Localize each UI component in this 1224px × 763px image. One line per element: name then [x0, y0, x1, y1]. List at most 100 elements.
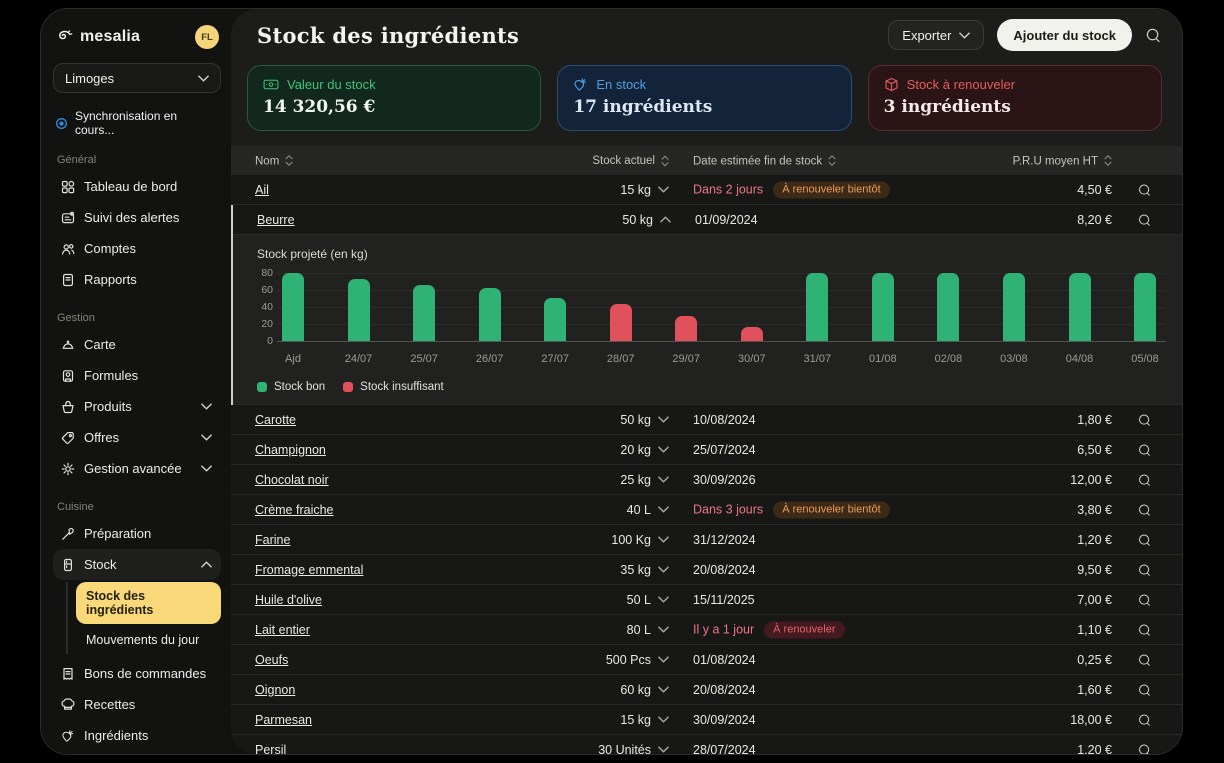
sidebar-item-comptes[interactable]: Comptes [53, 233, 221, 264]
table-row-lait-entier[interactable]: Lait entier 80 L Il y a 1 jour À renouve… [231, 615, 1182, 645]
ingredient-name-link[interactable]: Oignon [255, 683, 295, 697]
sidebar-item-preparation[interactable]: Préparation [53, 518, 221, 549]
ingredient-name-link[interactable]: Carotte [255, 413, 296, 427]
ingredient-name-link[interactable]: Farine [255, 533, 290, 547]
sidebar-item-suivi-des-alertes[interactable]: Suivi des alertes [53, 202, 221, 233]
stock-unit-dropdown[interactable]: 50 kg [481, 413, 669, 427]
chart-bar[interactable] [479, 288, 501, 341]
stock-unit-dropdown[interactable]: 15 kg [481, 183, 669, 197]
row-zoom-icon[interactable] [1137, 182, 1152, 197]
row-zoom-icon[interactable] [1137, 442, 1152, 457]
ingredient-name-link[interactable]: Chocolat noir [255, 473, 329, 487]
sidebar-item-bons-de-commandes[interactable]: Bons de commandes [53, 658, 221, 689]
row-zoom-icon[interactable] [1137, 502, 1152, 517]
ingredient-name-link[interactable]: Oeufs [255, 653, 288, 667]
stock-unit-dropdown[interactable]: 30 Unités [481, 743, 669, 755]
add-stock-button[interactable]: Ajouter du stock [997, 19, 1132, 51]
column-header-date-fin-stock[interactable]: Date estimée fin de stock [693, 154, 836, 167]
table-row-fromage-emmental[interactable]: Fromage emmental 35 kg 20/08/2024 9,50 € [231, 555, 1182, 585]
sidebar-item-tableau-de-bord[interactable]: Tableau de bord [53, 171, 221, 202]
ingredient-name-link[interactable]: Lait entier [255, 623, 310, 637]
stock-unit-dropdown[interactable]: 40 L [481, 503, 669, 517]
row-zoom-icon[interactable] [1137, 592, 1152, 607]
table-row-huile-d-olive[interactable]: Huile d'olive 50 L 15/11/2025 7,00 € [231, 585, 1182, 615]
x-tick-label: 30/07 [719, 353, 785, 365]
table-row-ail[interactable]: Ail 15 kg Dans 2 jours À renouveler bien… [231, 175, 1182, 205]
ingredient-name-link[interactable]: Huile d'olive [255, 593, 322, 607]
stock-unit-dropdown[interactable]: 35 kg [481, 563, 669, 577]
sidebar-item-offres[interactable]: Offres [53, 422, 221, 453]
sidebar-item-produits[interactable]: Produits [53, 391, 221, 422]
table-row-oeufs[interactable]: Oeufs 500 Pcs 01/08/2024 0,25 € [231, 645, 1182, 675]
table-row-farine[interactable]: Farine 100 Kg 31/12/2024 1,20 € [231, 525, 1182, 555]
sidebar-item-recettes[interactable]: Recettes [53, 689, 221, 720]
chart-bar[interactable] [1003, 273, 1025, 341]
chart-bar[interactable] [675, 316, 697, 341]
row-zoom-icon[interactable] [1137, 652, 1152, 667]
sidebar-subitem-mouvements-du-jour[interactable]: Mouvements du jour [76, 626, 221, 654]
ingredient-name-link[interactable]: Champignon [255, 443, 326, 457]
sort-icon[interactable] [1104, 154, 1112, 166]
ingredient-name-link[interactable]: Beurre [257, 213, 295, 227]
column-header-stock-actuel[interactable]: Stock actuel [481, 155, 669, 167]
row-zoom-icon[interactable] [1137, 212, 1152, 227]
chart-bar[interactable] [1069, 273, 1091, 341]
search-icon[interactable] [1145, 27, 1162, 44]
export-button[interactable]: Exporter [888, 20, 984, 50]
table-row-creme-fraiche[interactable]: Crème fraiche 40 L Dans 3 jours À renouv… [231, 495, 1182, 525]
table-row-carotte[interactable]: Carotte 50 kg 10/08/2024 1,80 € [231, 405, 1182, 435]
stock-unit-dropdown[interactable]: 50 L [481, 593, 669, 607]
ingredient-name-link[interactable]: Crème fraiche [255, 503, 334, 517]
chart-bar[interactable] [872, 273, 894, 341]
row-zoom-icon[interactable] [1137, 532, 1152, 547]
chart-bar[interactable] [610, 304, 632, 341]
sidebar-item-gestion-avancee[interactable]: Gestion avancée [53, 453, 221, 484]
chart-bar[interactable] [413, 285, 435, 341]
stock-unit-dropdown[interactable]: 50 kg [483, 213, 671, 227]
table-row-champignon[interactable]: Champignon 20 kg 25/07/2024 6,50 € [231, 435, 1182, 465]
stock-unit-dropdown[interactable]: 500 Pcs [481, 653, 669, 667]
ingredient-name-link[interactable]: Fromage emmental [255, 563, 363, 577]
sort-icon[interactable] [285, 154, 293, 166]
table-row-oignon[interactable]: Oignon 60 kg 20/08/2024 1,60 € [231, 675, 1182, 705]
stock-unit-dropdown[interactable]: 100 Kg [481, 533, 669, 547]
avatar[interactable]: FL [195, 25, 219, 49]
stock-unit-dropdown[interactable]: 20 kg [481, 443, 669, 457]
chart-bar[interactable] [806, 273, 828, 341]
chart-bar[interactable] [544, 298, 566, 341]
table-row-persil[interactable]: Persil 30 Unités 28/07/2024 1,20 € [231, 735, 1182, 754]
sort-icon[interactable] [661, 155, 669, 167]
stock-unit-dropdown[interactable]: 80 L [481, 623, 669, 637]
stock-unit-dropdown[interactable]: 25 kg [481, 473, 669, 487]
table-row-chocolat-noir[interactable]: Chocolat noir 25 kg 30/09/2026 12,00 € [231, 465, 1182, 495]
row-zoom-icon[interactable] [1137, 622, 1152, 637]
stock-unit-dropdown[interactable]: 15 kg [481, 713, 669, 727]
row-zoom-icon[interactable] [1137, 472, 1152, 487]
row-zoom-icon[interactable] [1137, 712, 1152, 727]
row-zoom-icon[interactable] [1137, 742, 1152, 754]
ingredient-name-link[interactable]: Parmesan [255, 713, 312, 727]
sidebar-item-formules[interactable]: Formules [53, 360, 221, 391]
sidebar-item-carte[interactable]: Carte [53, 329, 221, 360]
sidebar-item-ingredients[interactable]: Ingrédients [53, 720, 221, 751]
sidebar-item-stock[interactable]: Stock [53, 549, 221, 580]
stock-unit-dropdown[interactable]: 60 kg [481, 683, 669, 697]
chart-bar[interactable] [282, 273, 304, 341]
location-selector[interactable]: Limoges [53, 63, 221, 93]
ingredient-name-link[interactable]: Ail [255, 183, 269, 197]
table-row-beurre[interactable]: Beurre 50 kg 01/09/2024 8,20 € [233, 205, 1182, 235]
row-zoom-icon[interactable] [1137, 562, 1152, 577]
column-header-nom[interactable]: Nom [255, 154, 293, 167]
chart-bar[interactable] [1134, 273, 1156, 341]
row-zoom-icon[interactable] [1137, 682, 1152, 697]
ingredient-name-link[interactable]: Persil [255, 743, 286, 755]
sidebar-item-rapports[interactable]: Rapports [53, 264, 221, 295]
sort-icon[interactable] [828, 154, 836, 166]
chart-bar[interactable] [741, 327, 763, 341]
row-zoom-icon[interactable] [1137, 412, 1152, 427]
chart-bar[interactable] [348, 279, 370, 341]
chart-bar[interactable] [937, 273, 959, 341]
sidebar-subitem-stock-des-ingredients[interactable]: Stock des ingrédients [76, 582, 221, 624]
column-header-pru[interactable]: P.R.U moyen HT [1013, 154, 1112, 167]
table-row-parmesan[interactable]: Parmesan 15 kg 30/09/2024 18,00 € [231, 705, 1182, 735]
